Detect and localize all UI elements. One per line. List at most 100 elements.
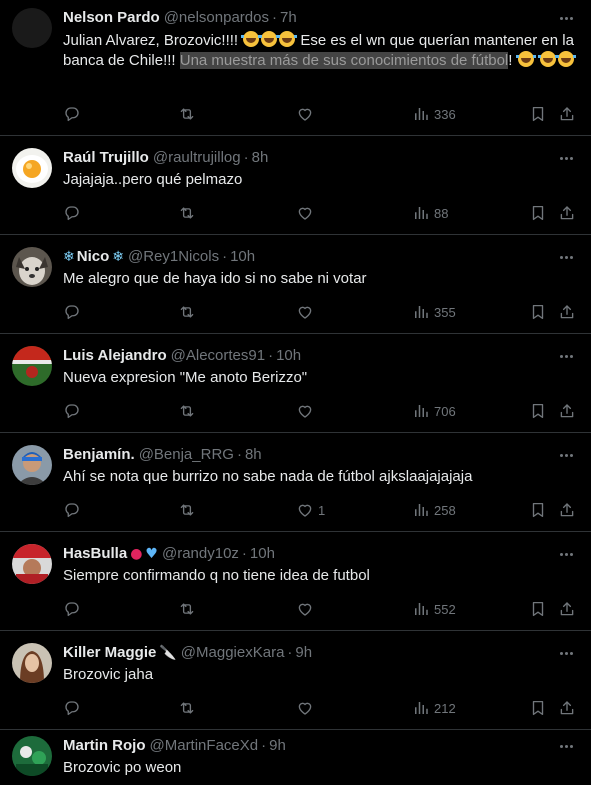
share-button[interactable] xyxy=(558,302,576,322)
tweet[interactable]: Martin Rojo @MartinFaceXd · 9h Brozovic … xyxy=(0,730,591,785)
avatar[interactable] xyxy=(12,544,52,584)
tweet[interactable]: ❄ Nico ❄ @Rey1Nicols · 10h Me alegro que… xyxy=(0,235,591,334)
bookmark-button[interactable] xyxy=(529,203,547,223)
reply-button[interactable] xyxy=(63,401,81,421)
timestamp[interactable]: 10h xyxy=(276,346,301,366)
timestamp[interactable]: 10h xyxy=(230,247,255,267)
display-name[interactable]: Luis Alejandro xyxy=(63,346,167,366)
like-button[interactable] xyxy=(296,203,318,223)
like-button[interactable] xyxy=(296,599,318,619)
display-name[interactable]: Benjamín. xyxy=(63,445,135,465)
like-button[interactable]: 1 xyxy=(296,500,325,520)
avatar[interactable] xyxy=(12,346,52,386)
tweet[interactable]: Luis Alejandro @Alecortes91 · 10h Nueva … xyxy=(0,334,591,433)
display-name[interactable]: Nico xyxy=(77,247,110,267)
more-icon[interactable] xyxy=(555,148,577,168)
more-icon[interactable] xyxy=(555,247,577,267)
more-icon[interactable] xyxy=(555,445,577,465)
views-button[interactable]: 706 xyxy=(412,401,456,421)
reply-button[interactable] xyxy=(63,500,81,520)
retweet-button[interactable] xyxy=(178,401,196,421)
retweet-button[interactable] xyxy=(178,599,196,619)
avatar[interactable] xyxy=(12,247,52,287)
bookmark-button[interactable] xyxy=(529,302,547,322)
display-name[interactable]: HasBulla xyxy=(63,544,127,564)
display-name[interactable]: Raúl Trujillo xyxy=(63,148,149,168)
like-button[interactable] xyxy=(296,302,318,322)
more-icon[interactable] xyxy=(555,736,577,756)
laughing-emoji-icon xyxy=(515,51,536,67)
retweet-button[interactable] xyxy=(178,203,196,223)
tweet[interactable]: Raúl Trujillo @raultrujillog · 8h Jajaja… xyxy=(0,136,591,235)
retweet-button[interactable] xyxy=(178,698,196,718)
reply-button[interactable] xyxy=(63,203,81,223)
bookmark-button[interactable] xyxy=(529,599,547,619)
bookmark-button[interactable] xyxy=(529,698,547,718)
user-handle[interactable]: @nelsonpardos xyxy=(164,8,269,28)
tweet-header: Luis Alejandro @Alecortes91 · 10h xyxy=(63,346,551,366)
views-chart-icon xyxy=(412,105,430,123)
timestamp[interactable]: 8h xyxy=(245,445,262,465)
reply-icon xyxy=(63,204,81,222)
retweet-button[interactable] xyxy=(178,302,196,322)
display-name[interactable]: Nelson Pardo xyxy=(63,8,160,28)
display-name[interactable]: Killer Maggie xyxy=(63,643,156,663)
heart-icon xyxy=(296,105,314,123)
tweet[interactable]: HasBulla ● ♥ @randy10z · 10h Siempre con… xyxy=(0,532,591,631)
more-icon[interactable] xyxy=(555,544,577,564)
more-icon[interactable] xyxy=(555,8,577,28)
user-handle[interactable]: @Rey1Nicols xyxy=(128,247,219,267)
display-name[interactable]: Martin Rojo xyxy=(63,736,146,756)
reply-button[interactable] xyxy=(63,599,81,619)
avatar[interactable] xyxy=(12,643,52,683)
bookmark-button[interactable] xyxy=(529,401,547,421)
views-button[interactable]: 336 xyxy=(412,104,456,124)
share-icon xyxy=(558,204,576,222)
share-button[interactable] xyxy=(558,698,576,718)
timestamp[interactable]: 9h xyxy=(269,736,286,756)
retweet-button[interactable] xyxy=(178,104,196,124)
views-button[interactable]: 552 xyxy=(412,599,456,619)
share-button[interactable] xyxy=(558,203,576,223)
share-button[interactable] xyxy=(558,401,576,421)
user-handle[interactable]: @raultrujillog xyxy=(153,148,241,168)
share-button[interactable] xyxy=(558,104,576,124)
retweet-icon xyxy=(178,303,196,321)
avatar[interactable] xyxy=(12,445,52,485)
user-handle[interactable]: @Benja_RRG xyxy=(139,445,234,465)
timestamp[interactable]: 9h xyxy=(295,643,312,663)
timestamp[interactable]: 10h xyxy=(250,544,275,564)
timestamp[interactable]: 7h xyxy=(280,8,297,28)
reply-button[interactable] xyxy=(63,302,81,322)
retweet-button[interactable] xyxy=(178,500,196,520)
share-button[interactable] xyxy=(558,599,576,619)
views-button[interactable]: 88 xyxy=(412,203,448,223)
user-handle[interactable]: @Alecortes91 xyxy=(171,346,265,366)
bookmark-button[interactable] xyxy=(529,104,547,124)
blue-heart-icon: ♥ xyxy=(145,546,158,562)
avatar[interactable] xyxy=(12,8,52,48)
bookmark-button[interactable] xyxy=(529,500,547,520)
like-button[interactable] xyxy=(296,104,318,124)
avatar[interactable] xyxy=(12,148,52,188)
views-button[interactable]: 355 xyxy=(412,302,456,322)
views-button[interactable]: 212 xyxy=(412,698,456,718)
user-handle[interactable]: @MaggiexKara xyxy=(181,643,285,663)
like-button[interactable] xyxy=(296,698,318,718)
tweet-text: Me alegro que de haya ido si no sabe ni … xyxy=(63,270,367,287)
views-button[interactable]: 258 xyxy=(412,500,456,520)
tweet[interactable]: Nelson Pardo @nelsonpardos · 7h Julian A… xyxy=(0,0,591,136)
user-handle[interactable]: @MartinFaceXd xyxy=(150,736,259,756)
more-icon[interactable] xyxy=(555,346,577,366)
heart-icon xyxy=(296,699,314,717)
more-icon[interactable] xyxy=(555,643,577,663)
reply-button[interactable] xyxy=(63,104,81,124)
tweet[interactable]: Killer Maggie 🔪 @MaggiexKara · 9h Brozov… xyxy=(0,631,591,730)
timestamp[interactable]: 8h xyxy=(252,148,269,168)
tweet[interactable]: Benjamín. @Benja_RRG · 8h Ahí se nota qu… xyxy=(0,433,591,532)
reply-button[interactable] xyxy=(63,698,81,718)
avatar[interactable] xyxy=(12,736,52,776)
user-handle[interactable]: @randy10z xyxy=(162,544,239,564)
share-button[interactable] xyxy=(558,500,576,520)
like-button[interactable] xyxy=(296,401,318,421)
